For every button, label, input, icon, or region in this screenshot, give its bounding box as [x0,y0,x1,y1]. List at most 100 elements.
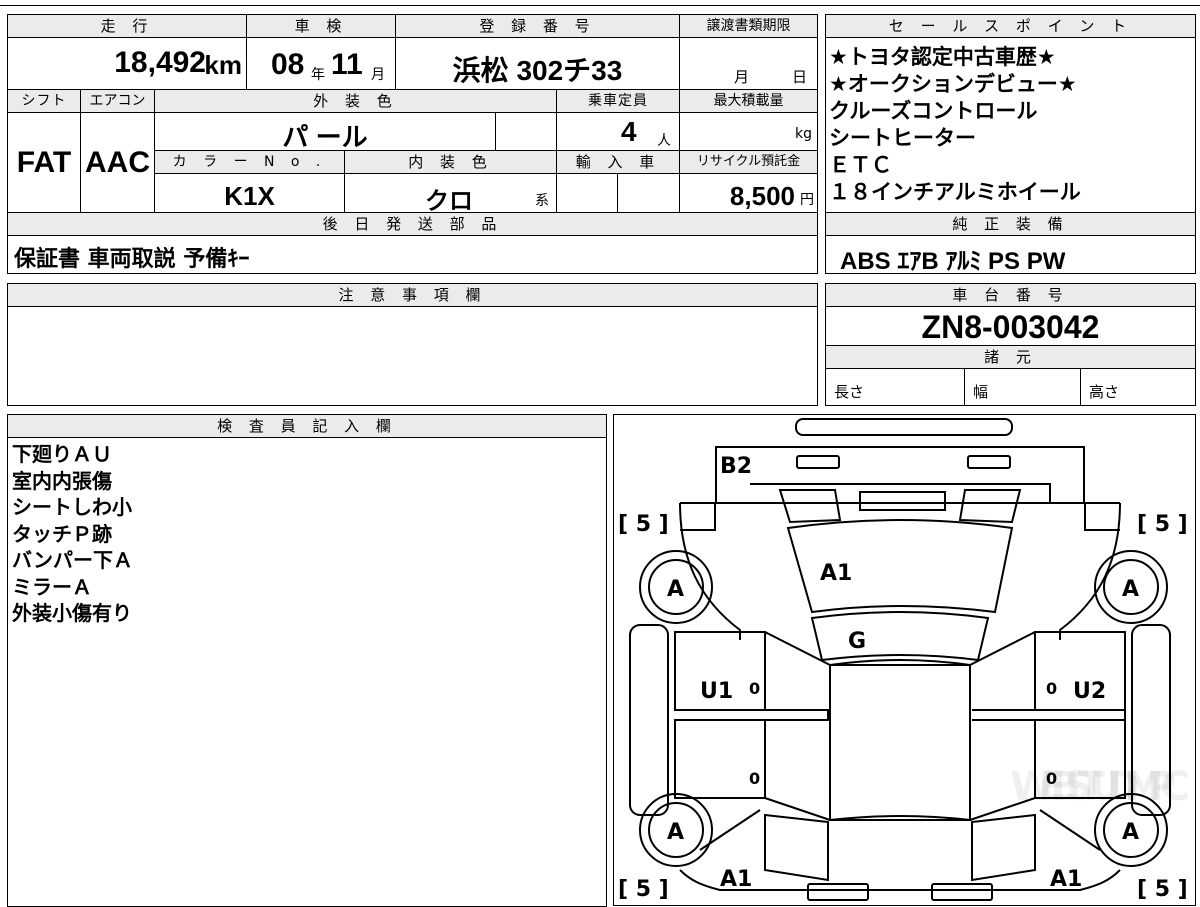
genuine-equipment-cell: ABS ｴｱB ｱﾙﾐ PS PW [825,235,1196,275]
exterior-color-header: 外 装 色 [154,89,557,113]
notes-box [7,306,818,406]
interior-suffix: 系 [535,193,549,209]
capacity-cell: 4 人 [556,112,680,151]
wheel-grade-rl: A [667,577,684,602]
sales-points-box: ★トヨタ認定中古車歴★ ★オークションデビュー★ クルーズコントロール シートヒ… [825,37,1196,213]
wheel-grade-rr: A [1122,577,1139,602]
registration-header: 登 録 番 号 [395,14,680,38]
tire-bracket-fr: [ 5 ] [1137,877,1188,902]
tire-bracket-rl: [ 5 ] [618,512,669,537]
mileage-header: 走 行 [7,14,247,38]
later-shipping-cell: 保証書 車両取説 予備ｷｰ [7,235,818,274]
color-no-cell: K1X [154,173,345,213]
zero-left-upper: 0 [749,679,760,698]
mileage-cell: 18,492 km [7,37,247,90]
sales-point-item: ★トヨタ認定中古車歴★ [829,45,1056,69]
registration-cell: 浜松 302チ33 [395,37,680,90]
max-load-header: 最大積載量 [679,89,818,113]
shift-header: シフト [7,89,81,113]
exterior-color-extra [495,112,557,151]
wheel-grade-fr: A [1122,820,1139,845]
deadline-header: 譲渡書類期限 [679,14,818,38]
inspector-line: 下廻りＡＵ [12,442,112,466]
mark-front-left: A1 [720,867,752,892]
mark-right-side: U2 [1073,679,1106,704]
width-cell: 幅 [964,368,1081,406]
width-label: 幅 [973,383,989,401]
sales-points-header: セ ー ル ス ポ イ ン ト [825,14,1196,38]
shift-cell: FAT [7,112,81,213]
mark-front-right: A1 [1050,867,1082,892]
interior-color-value: クロ [425,188,473,215]
chassis-header: 車 台 番 号 [825,283,1196,307]
tire-bracket-rr: [ 5 ] [1137,512,1188,537]
car-diagram-box: [ 5 ] [ 5 ] [ 5 ] [ 5 ] A A A A B2 A1 G … [613,414,1196,906]
color-no-header: カ ラ ー N o . [154,150,345,174]
month-unit: 月 [371,67,385,83]
mileage-unit: km [204,50,242,80]
capacity-value: 4 [621,116,637,147]
interior-color-cell: クロ 系 [344,173,557,215]
import-cell-2 [617,173,680,213]
top-strip [0,0,1200,6]
inspector-line: 外装小傷有り [12,601,132,625]
mark-left-side: U1 [700,679,733,704]
sales-point-item: クルーズコントロール [829,99,1038,123]
mark-windshield: G [848,629,866,654]
genuine-equipment-value: ABS ｴｱB ｱﾙﾐ PS PW [840,248,1066,275]
inspector-line: シートしわ小 [12,495,132,519]
chassis-cell: ZN8-003042 [825,306,1196,346]
exterior-color-value: パ ール [282,122,368,152]
import-cell-1 [556,173,618,213]
import-header: 輸 入 車 [556,150,680,174]
registration-number: 浜松 302チ33 [452,55,623,86]
height-label: 高さ [1089,383,1120,401]
mark-hood: A1 [820,561,852,586]
inspector-header: 検 査 員 記 入 欄 [7,414,607,438]
recycle-cell: 8,500 円 [679,173,818,213]
car-diagram: [ 5 ] [ 5 ] [ 5 ] [ 5 ] A A A A B2 A1 G … [618,418,1190,902]
max-load-cell: kg [679,112,818,151]
watermark: WEB STUDIM PC [1010,764,1190,810]
length-cell: 長さ [825,368,965,406]
inspector-line: タッチＰ跡 [12,521,112,546]
sales-point-item: シートヒーター [829,126,976,150]
tire-bracket-fl: [ 5 ] [618,877,669,902]
dimensions-header: 諸 元 [825,345,1196,369]
inspector-line: ミラーＡ [12,574,92,599]
wheel-grade-fl: A [667,820,684,845]
recycle-header: リサイクル預託金 [679,150,818,174]
exterior-color-cell: パ ール [154,112,496,152]
deadline-day: 日 [792,68,808,86]
sales-point-item: １８インチアルミホイール [829,180,1081,204]
sales-point-item: ★オークションデビュー★ [829,72,1077,96]
deadline-cell: 月 日 [679,37,818,90]
zero-right-upper: 0 [1046,679,1057,698]
load-unit: kg [795,126,812,142]
chassis-number: ZN8-003042 [921,309,1100,345]
mileage-value: 18,492 [114,46,206,79]
aircon-header: エアコン [80,89,155,113]
inspection-month: 11 [331,48,363,81]
length-label: 長さ [834,383,865,401]
capacity-header: 乗車定員 [556,89,680,113]
genuine-equipment-header: 純 正 装 備 [825,212,1196,236]
inspector-line: 室内内張傷 [12,468,112,493]
mark-rear: B2 [720,454,752,479]
deadline-month: 月 [734,68,750,86]
later-shipping-value: 保証書 車両取説 予備ｷｰ [14,247,250,272]
capacity-unit: 人 [657,133,671,149]
year-unit: 年 [311,67,325,83]
recycle-fee: 8,500 [729,181,795,211]
aircon-value: AAC [85,146,150,179]
zero-left-lower: 0 [749,769,760,788]
notes-header: 注 意 事 項 欄 [7,283,818,307]
interior-color-header: 内 装 色 [344,150,557,174]
recycle-unit: 円 [800,192,814,208]
inspector-line: バンパー下Ａ [12,548,133,572]
shift-value: FAT [16,146,72,179]
color-no-value: K1X [224,181,275,211]
inspector-box: 下廻りＡＵ 室内内張傷 シートしわ小 タッチＰ跡 バンパー下Ａ ミラーＡ 外装小… [7,437,607,907]
inspection-cell: 08 年 11 月 [246,37,396,90]
later-shipping-header: 後 日 発 送 部 品 [7,212,818,236]
